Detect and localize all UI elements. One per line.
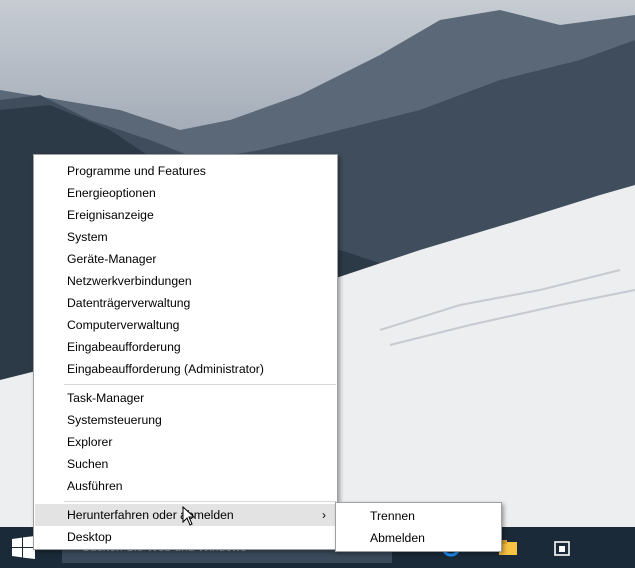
menu-item-network-connections[interactable]: Netzwerkverbindungen [35, 270, 336, 292]
submenu-item-sign-out[interactable]: Abmelden [337, 527, 500, 549]
winx-context-menu: Programme und Features Energieoptionen E… [33, 154, 338, 550]
menu-item-power-options[interactable]: Energieoptionen [35, 182, 336, 204]
menu-item-label: Herunterfahren oder abmelden [67, 508, 234, 522]
menu-item-task-manager[interactable]: Task-Manager [35, 387, 336, 409]
menu-item-explorer[interactable]: Explorer [35, 431, 336, 453]
menu-item-desktop[interactable]: Desktop [35, 526, 336, 548]
shutdown-submenu: Trennen Abmelden [335, 502, 502, 552]
chevron-right-icon: › [322, 508, 326, 522]
menu-separator [64, 501, 336, 502]
mouse-cursor-icon [182, 506, 196, 526]
menu-separator [64, 384, 336, 385]
menu-item-control-panel[interactable]: Systemsteuerung [35, 409, 336, 431]
menu-item-command-prompt[interactable]: Eingabeaufforderung [35, 336, 336, 358]
menu-item-event-viewer[interactable]: Ereignisanzeige [35, 204, 336, 226]
store-icon[interactable] [551, 536, 573, 558]
menu-item-run[interactable]: Ausführen [35, 475, 336, 497]
submenu-item-disconnect[interactable]: Trennen [337, 505, 500, 527]
menu-item-command-prompt-admin[interactable]: Eingabeaufforderung (Administrator) [35, 358, 336, 380]
menu-item-search[interactable]: Suchen [35, 453, 336, 475]
menu-item-computer-management[interactable]: Computerverwaltung [35, 314, 336, 336]
menu-item-system[interactable]: System [35, 226, 336, 248]
menu-item-disk-management[interactable]: Datenträgerverwaltung [35, 292, 336, 314]
menu-item-device-manager[interactable]: Geräte-Manager [35, 248, 336, 270]
menu-item-programs-features[interactable]: Programme und Features [35, 160, 336, 182]
